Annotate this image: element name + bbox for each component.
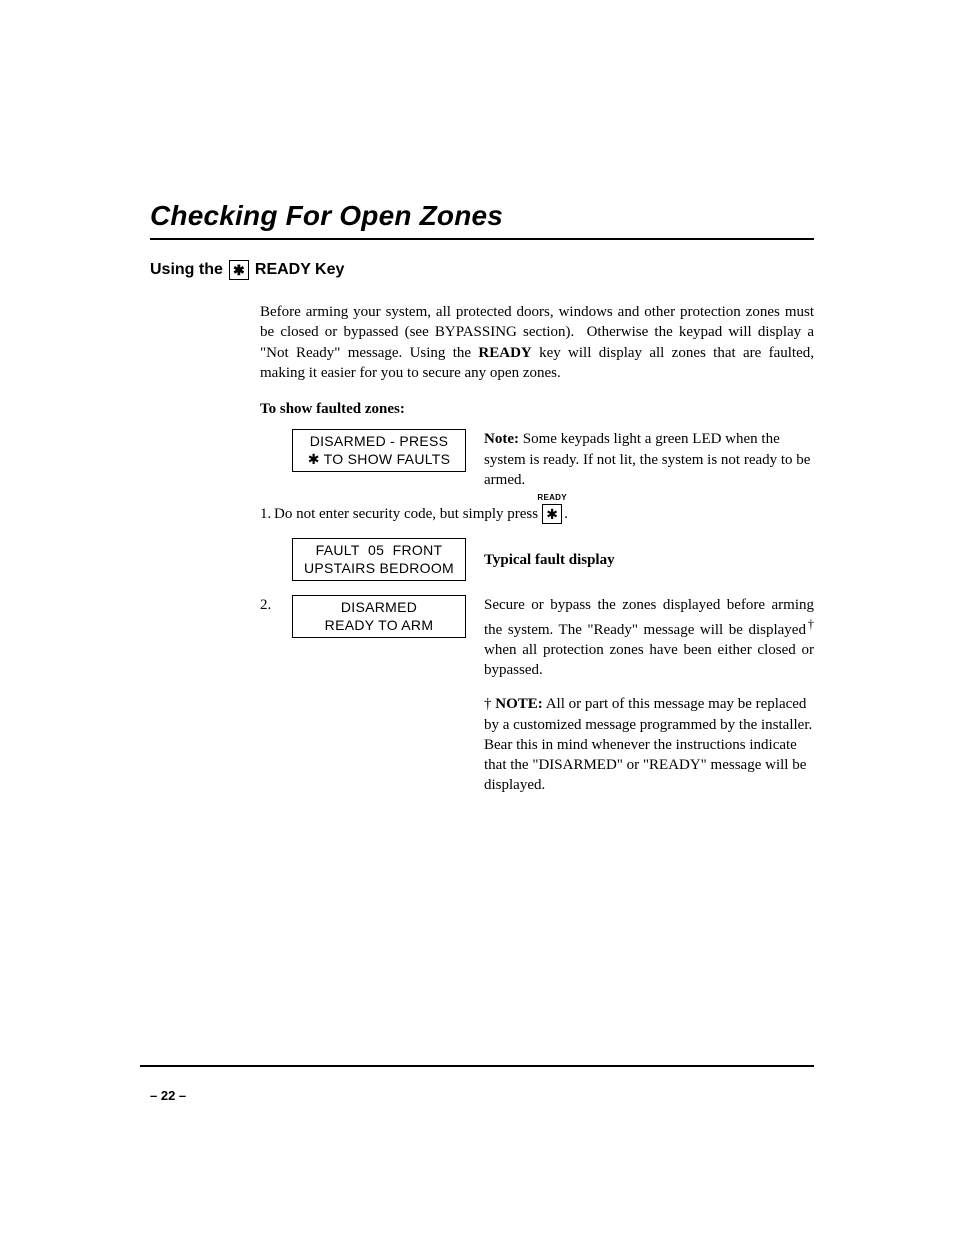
step2-number: 2. — [260, 595, 274, 615]
step1-number: 1. — [260, 504, 274, 524]
lcd2-line1: FAULT 05 FRONT — [299, 542, 459, 560]
asterisk-icon: ✱ — [233, 263, 245, 277]
lcd1-line2: ✱ TO SHOW FAULTS — [299, 451, 459, 469]
intro-paragraph: Before arming your system, all protected… — [260, 302, 814, 383]
lcd-display-1: DISARMED - PRESS ✱ TO SHOW FAULTS — [292, 429, 466, 472]
section-heading: Using the ✱ READY Key — [150, 260, 814, 280]
key-label-ready: READY — [537, 494, 567, 502]
lcd1-line1: DISARMED - PRESS — [299, 433, 459, 451]
step1-text-before: Do not enter security code, but simply p… — [274, 504, 538, 524]
lcd3-line1: DISARMED — [299, 599, 459, 617]
title-rule — [150, 238, 814, 240]
note2-lead: NOTE: — [492, 696, 543, 712]
step2-text: Secure or bypass the zones displayed bef… — [484, 595, 814, 680]
subhead-before: Using the — [150, 261, 223, 279]
note1-lead: Note: — [484, 431, 519, 447]
subhead-after: READY Key — [255, 261, 345, 279]
asterisk-icon: ✱ — [546, 507, 558, 521]
note1-text: Some keypads light a green LED when the … — [484, 431, 810, 488]
lcd3-line2: READY TO ARM — [299, 617, 459, 635]
note-1: Note: Some keypads light a green LED whe… — [484, 429, 814, 490]
step1-text-after: . — [564, 504, 568, 524]
footer-rule — [140, 1065, 814, 1067]
note-2-row: † NOTE: All or part of this message may … — [260, 694, 814, 795]
star-key-icon: READY ✱ — [542, 504, 562, 524]
row-lcd2: FAULT 05 FRONT UPSTAIRS BEDROOM Typical … — [260, 538, 814, 581]
procedure-heading: To show faulted zones: — [260, 399, 814, 419]
dagger-mark: † — [484, 696, 492, 712]
lcd-display-3: DISARMED READY TO ARM — [292, 595, 466, 638]
typical-fault-label: Typical fault display — [484, 550, 615, 570]
star-key-icon: ✱ — [229, 260, 249, 280]
body-column: Before arming your system, all protected… — [260, 302, 814, 796]
step-1: 1. Do not enter security code, but simpl… — [260, 504, 814, 524]
step-2: 2. DISARMED READY TO ARM Secure or bypas… — [260, 595, 814, 680]
lcd-display-2: FAULT 05 FRONT UPSTAIRS BEDROOM — [292, 538, 466, 581]
lcd2-line2: UPSTAIRS BEDROOM — [299, 560, 459, 578]
dagger-ref: † — [806, 617, 814, 631]
row-lcd1: DISARMED - PRESS ✱ TO SHOW FAULTS Note: … — [260, 429, 814, 490]
page-number: – 22 – — [150, 1088, 186, 1103]
page: Checking For Open Zones Using the ✱ READ… — [0, 0, 954, 1235]
page-title: Checking For Open Zones — [150, 200, 814, 232]
note-2: † NOTE: All or part of this message may … — [484, 694, 814, 795]
ready-bold: READY — [478, 345, 531, 361]
